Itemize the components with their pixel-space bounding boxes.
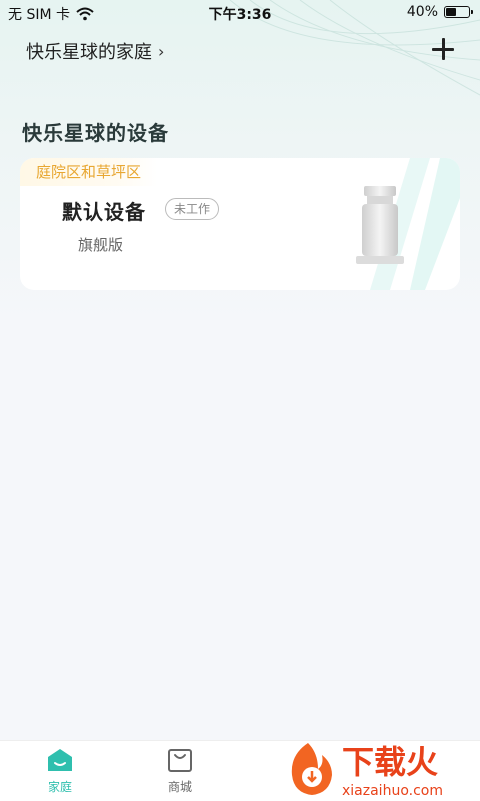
tab-home[interactable]: 家庭 xyxy=(30,747,90,795)
status-bar: 无 SIM 卡 下午3:36 40% xyxy=(0,0,480,26)
device-image xyxy=(356,186,404,264)
home-icon xyxy=(48,749,72,771)
device-edition: 旗舰版 xyxy=(78,236,124,254)
chevron-right-icon: › xyxy=(158,41,165,61)
section-title: 快乐星球的设备 xyxy=(22,121,169,145)
watermark-url: xiazaihuo.com xyxy=(342,783,443,799)
battery-percent: 40% xyxy=(406,4,438,20)
status-badge: 未工作 xyxy=(165,198,220,220)
watermark-logo: 下载火 xiazaihuo.com xyxy=(291,743,443,799)
add-device-button[interactable] xyxy=(430,36,456,62)
status-right: 40% xyxy=(406,4,473,20)
shopping-bag-icon xyxy=(168,749,192,772)
battery-icon xyxy=(444,6,473,18)
tab-shop[interactable]: 商城 xyxy=(150,747,210,795)
home-name: 快乐星球的家庭 xyxy=(26,42,152,63)
tab-home-label: 家庭 xyxy=(47,780,72,794)
zone-label: 庭院区和草坪区 xyxy=(20,158,158,186)
watermark-text: 下载火 xyxy=(342,743,438,781)
device-name: 默认设备 xyxy=(62,200,146,224)
tab-shop-label: 商城 xyxy=(167,780,192,794)
device-card[interactable]: 庭院区和草坪区 默认设备 未工作 旗舰版 xyxy=(20,158,460,290)
home-selector[interactable]: 快乐星球的家庭 › xyxy=(26,38,164,64)
